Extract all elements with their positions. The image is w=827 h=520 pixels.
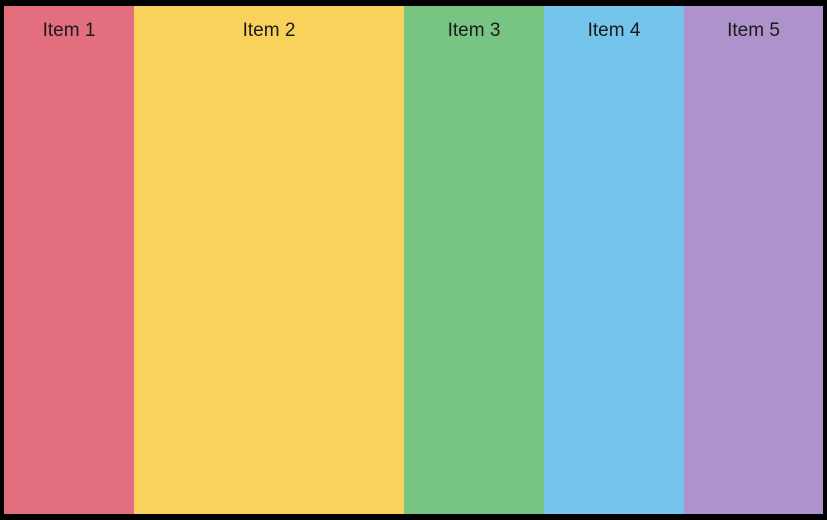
column-item-5: Item 5: [684, 6, 823, 514]
column-label: Item 3: [448, 20, 501, 514]
column-item-4: Item 4: [544, 6, 684, 514]
column-item-1: Item 1: [4, 6, 134, 514]
column-label: Item 2: [243, 20, 296, 514]
column-item-3: Item 3: [404, 6, 544, 514]
column-label: Item 5: [727, 20, 780, 514]
column-item-2: Item 2: [134, 6, 404, 514]
column-label: Item 1: [43, 20, 96, 514]
columns-container: Item 1 Item 2 Item 3 Item 4 Item 5: [0, 0, 827, 520]
column-label: Item 4: [588, 20, 641, 514]
